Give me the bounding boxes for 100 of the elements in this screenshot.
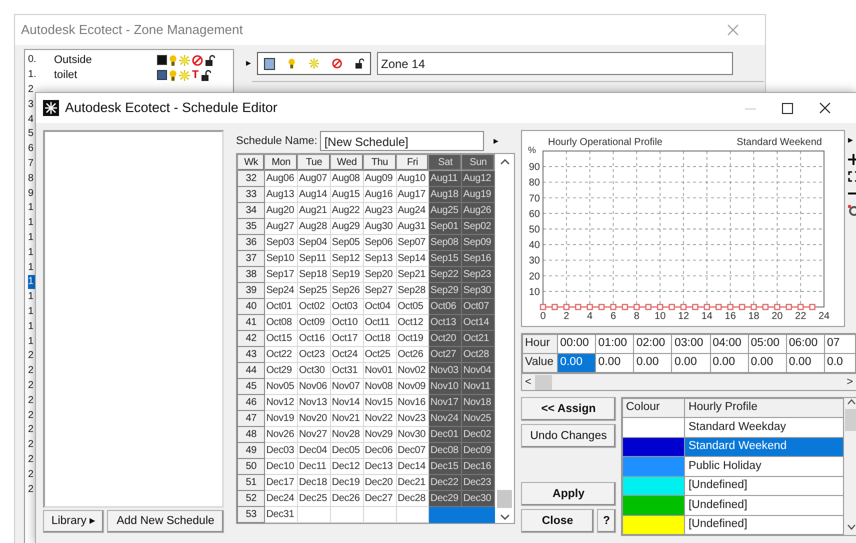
date-cell[interactable]: Nov05 [264,378,298,394]
date-cell[interactable]: Nov19 [264,410,298,426]
date-cell[interactable]: Aug10 [396,170,429,186]
data-point[interactable] [645,304,652,310]
date-cell[interactable]: Oct22 [264,346,298,362]
date-cell[interactable]: Oct10 [330,314,364,330]
week-number[interactable]: 46 [238,394,265,410]
date-cell[interactable]: Oct16 [298,330,330,346]
date-cell[interactable]: Aug31 [396,218,429,234]
date-cell[interactable]: Nov06 [298,378,330,394]
date-cell[interactable]: Dec28 [396,490,429,506]
date-cell[interactable]: Aug24 [396,202,429,218]
date-cell[interactable]: Oct25 [363,346,396,362]
date-cell[interactable]: Dec23 [462,474,495,490]
week-number[interactable]: 38 [238,266,265,282]
date-cell[interactable]: Aug11 [428,170,462,186]
data-point[interactable] [634,304,640,310]
date-cell[interactable]: Sep09 [462,234,495,250]
data-point[interactable] [738,304,746,310]
date-cell[interactable]: Dec01 [428,426,462,442]
date-cell[interactable]: Nov13 [298,394,330,410]
week-number[interactable]: 32 [238,170,265,186]
menu-arrow[interactable]: ▸ [246,56,251,71]
date-cell[interactable]: Dec04 [298,442,330,458]
data-point[interactable] [727,304,734,310]
date-cell[interactable]: Sep16 [462,250,495,266]
date-cell[interactable]: Dec10 [264,458,298,474]
date-cell[interactable]: Dec06 [363,442,396,458]
value-cell[interactable]: 0.00 [634,354,672,372]
date-cell[interactable]: Dec24 [264,490,298,506]
date-cell[interactable]: Oct27 [428,346,462,362]
date-cell[interactable]: Sep28 [396,282,429,298]
date-cell[interactable]: Nov11 [462,378,495,394]
zone-name[interactable]: toilet [42,68,157,82]
date-cell[interactable]: Sep23 [462,266,495,282]
date-cell[interactable]: Sep29 [428,282,462,298]
data-point[interactable] [540,304,546,310]
data-point[interactable] [762,304,769,310]
date-cell[interactable]: Aug16 [363,186,396,202]
date-cell[interactable]: Nov08 [363,378,396,394]
data-point[interactable] [598,304,605,310]
date-cell[interactable]: Oct29 [264,362,298,378]
date-cell[interactable]: Oct17 [330,330,364,346]
date-cell[interactable]: Nov15 [363,394,396,410]
date-cell[interactable]: Sep30 [462,282,495,298]
date-cell[interactable]: Dec25 [298,490,330,506]
date-cell[interactable]: Oct28 [462,346,495,362]
date-cell[interactable]: Nov28 [330,426,364,442]
value-cell[interactable]: 0.00 [748,354,786,372]
week-number[interactable]: 34 [238,202,265,218]
date-cell[interactable]: Sep01 [428,218,462,234]
gear-icon[interactable] [848,205,856,217]
date-cell[interactable]: Oct08 [264,314,298,330]
scroll-right-arrow[interactable]: > [846,374,853,390]
date-cell[interactable]: Sep27 [363,282,396,298]
date-cell[interactable]: Dec22 [428,474,462,490]
date-cell[interactable]: Oct11 [363,314,396,330]
date-cell[interactable]: Dec14 [396,458,429,474]
date-cell[interactable]: Sep14 [396,250,429,266]
value-cell[interactable]: 0.00 [786,354,824,372]
week-number[interactable]: 49 [238,442,265,458]
column-header[interactable]: Colour [622,398,685,418]
date-cell[interactable]: Oct19 [396,330,429,346]
profile-name[interactable]: Standard Weekday [684,418,844,437]
date-cell[interactable]: Sep07 [396,234,429,250]
date-cell[interactable]: Sep24 [264,282,298,298]
date-cell[interactable]: Aug08 [330,170,364,186]
profile-name[interactable]: Standard Weekend [684,437,844,456]
date-cell[interactable]: Sep06 [363,234,396,250]
column-header[interactable]: Mon [264,154,298,170]
date-cell[interactable]: Oct14 [462,314,495,330]
date-cell[interactable]: Nov16 [396,394,429,410]
data-point[interactable] [750,304,757,310]
week-number[interactable]: 47 [238,410,265,426]
data-point[interactable] [786,304,792,310]
data-point[interactable] [668,304,675,310]
date-cell[interactable]: Sep11 [298,250,330,266]
week-number[interactable]: 53 [238,506,265,522]
data-point[interactable] [797,304,804,310]
week-number[interactable]: 41 [238,314,265,330]
week-number[interactable]: 52 [238,490,265,506]
profile-name[interactable]: Public Holiday [684,456,844,476]
date-cell[interactable]: Sep25 [298,282,330,298]
column-header[interactable]: Sat [428,154,462,170]
column-header[interactable]: Tue [298,154,330,170]
date-cell[interactable]: Aug27 [264,218,298,234]
scroll-up-icon[interactable] [500,158,510,165]
help-button[interactable]: ? [597,509,616,533]
date-cell[interactable]: Dec05 [330,442,364,458]
date-cell[interactable]: Aug13 [264,186,298,202]
date-cell[interactable]: Sep26 [330,282,364,298]
week-number[interactable]: 36 [238,234,265,250]
date-cell[interactable]: Dec26 [330,490,364,506]
date-cell[interactable]: Oct04 [363,298,396,314]
date-cell[interactable]: Dec08 [428,442,462,458]
scrollbar-thumb[interactable] [497,490,512,508]
date-cell[interactable]: Nov07 [330,378,364,394]
date-cell[interactable]: Nov23 [396,410,429,426]
undo-button[interactable]: Undo Changes [521,424,616,448]
data-point[interactable] [692,304,698,310]
